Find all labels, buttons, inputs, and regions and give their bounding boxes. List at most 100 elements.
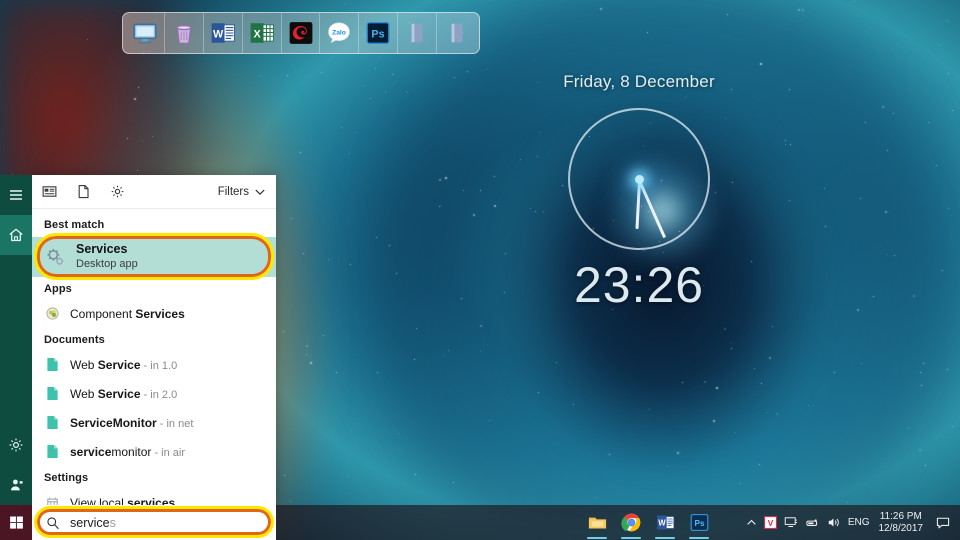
- search-panel-toolbar: Filters: [32, 175, 276, 209]
- list-item-document-4[interactable]: servicemonitor - in air: [32, 437, 276, 466]
- component-services-icon: [44, 305, 61, 322]
- dock-item-garena-icon[interactable]: [282, 13, 321, 53]
- text-pre: View local: [70, 495, 128, 506]
- best-match-subtitle: Desktop app: [76, 257, 138, 270]
- text-post: Monitor: [112, 415, 157, 430]
- display-icon: [784, 517, 797, 528]
- list-item-document-3[interactable]: ServiceMonitor - in net: [32, 408, 276, 437]
- rail-item-home[interactable]: [0, 215, 32, 255]
- svg-text:W: W: [658, 519, 666, 528]
- list-item-meta: - in air: [151, 446, 186, 459]
- list-item-document-1[interactable]: Web Service - in 1.0: [32, 350, 276, 379]
- dock-item-photoshop-icon[interactable]: Ps: [359, 13, 399, 53]
- desktop-dock[interactable]: W X Zalo Ps: [122, 12, 480, 54]
- dock-item-folder-icon-2[interactable]: [437, 13, 476, 53]
- text-pre: Web: [70, 386, 98, 401]
- taskbar-item-file-explorer-icon[interactable]: [580, 505, 614, 540]
- folder-icon: [411, 23, 423, 43]
- dock-item-recycle-bin-icon[interactable]: [165, 13, 204, 53]
- network-icon: [806, 518, 817, 526]
- text-match: Services: [135, 306, 185, 321]
- taskbar-item-chrome-icon[interactable]: [614, 505, 648, 540]
- list-item-document-2[interactable]: Web Service - in 2.0: [32, 379, 276, 408]
- windows-logo-icon: [9, 516, 23, 529]
- text-pre: Component: [70, 306, 136, 321]
- start-button[interactable]: [0, 505, 32, 540]
- photoshop-icon: Ps: [690, 514, 708, 531]
- text-post: monitor: [111, 444, 152, 459]
- text-match: service: [70, 444, 112, 459]
- document-icon: [78, 184, 89, 199]
- tray-network-button[interactable]: [805, 517, 820, 529]
- svg-text:V: V: [768, 518, 774, 528]
- taskbar-active-underline: [621, 537, 641, 539]
- taskbar-apps: W Ps: [580, 505, 716, 540]
- text-match: Service: [97, 357, 141, 372]
- list-item-meta: - in 2.0: [140, 388, 178, 401]
- excel-icon: X: [250, 23, 274, 43]
- dock-item-desktop-monitor-icon[interactable]: [126, 13, 165, 53]
- svg-text:Ps: Ps: [694, 519, 704, 528]
- volume-icon: [828, 518, 839, 527]
- best-match-text: Services Desktop app: [76, 242, 138, 271]
- folder-icon: [451, 23, 463, 43]
- text-match: services: [127, 495, 176, 506]
- best-match-result[interactable]: Services Desktop app: [32, 237, 276, 277]
- svg-text:Zalo: Zalo: [333, 30, 347, 37]
- settings-filter-button[interactable]: [106, 181, 128, 203]
- hamburger-icon: [10, 190, 22, 200]
- filters-label: Filters: [217, 185, 249, 198]
- section-heading-best-match: Best match: [44, 219, 105, 231]
- system-tray: V ENG 11:26 PM 12/8/2017: [746, 511, 960, 534]
- document-file-icon: [44, 385, 61, 402]
- zalo-icon: Zalo: [328, 22, 351, 44]
- action-center-icon: [936, 517, 950, 528]
- apps-filter-button[interactable]: [38, 181, 60, 203]
- tray-display-button[interactable]: [784, 516, 798, 529]
- tray-date: 12/8/2017: [878, 522, 924, 534]
- list-item-view-local-services[interactable]: View local services: [32, 488, 276, 505]
- chrome-icon: [620, 513, 640, 532]
- action-center-button[interactable]: [932, 516, 954, 530]
- rail-item-settings[interactable]: [0, 425, 32, 465]
- chevron-up-icon: [747, 519, 756, 525]
- word-icon: W: [656, 515, 674, 530]
- best-match-wrapper: Services Desktop app: [32, 237, 276, 277]
- dock-item-folder-icon-1[interactable]: [398, 13, 438, 53]
- tray-overflow-button[interactable]: [746, 517, 757, 528]
- list-item-label: servicemonitor - in air: [70, 445, 185, 459]
- dock-item-zalo-icon[interactable]: Zalo: [320, 13, 360, 53]
- list-item-component-services[interactable]: Component Services: [32, 299, 276, 328]
- gear-icon: [111, 185, 123, 198]
- dock-item-excel-icon[interactable]: X: [243, 13, 282, 53]
- dock-item-word-icon[interactable]: W: [204, 13, 243, 53]
- home-icon: [9, 228, 23, 242]
- document-file-icon: [44, 414, 61, 431]
- chevron-down-icon: [255, 189, 265, 195]
- list-item-label: ServiceMonitor - in net: [70, 416, 193, 430]
- rail-item-hamburger-menu[interactable]: [0, 175, 32, 215]
- search-typed-text: service: [70, 515, 110, 530]
- search-input-value: services: [70, 516, 116, 530]
- services-gear-icon: [47, 248, 64, 265]
- taskbar-item-word-icon[interactable]: W: [648, 505, 682, 540]
- rail-item-power-user[interactable]: [0, 465, 32, 505]
- desktop-monitor-icon: [133, 23, 157, 44]
- word-icon: W: [211, 23, 235, 43]
- gear-icon: [9, 438, 23, 452]
- tray-clock[interactable]: 11:26 PM 12/8/2017: [877, 511, 926, 534]
- list-item-label: Web Service - in 1.0: [70, 358, 177, 372]
- list-item-meta: - in net: [156, 417, 194, 430]
- section-heading-settings: Settings: [44, 472, 89, 484]
- list-item-label: View local services: [70, 496, 175, 506]
- section-heading-apps: Apps: [44, 283, 72, 295]
- filters-dropdown[interactable]: Filters: [218, 186, 266, 198]
- search-input[interactable]: services: [32, 505, 276, 540]
- tray-language-indicator[interactable]: ENG: [848, 517, 870, 528]
- taskbar-item-photoshop-icon[interactable]: Ps: [682, 505, 716, 540]
- tray-volume-button[interactable]: [827, 516, 841, 529]
- search-icon: [47, 516, 59, 529]
- tray-viber-button[interactable]: V: [763, 516, 777, 529]
- documents-filter-button[interactable]: [72, 181, 94, 203]
- start-menu-rail: [0, 175, 32, 505]
